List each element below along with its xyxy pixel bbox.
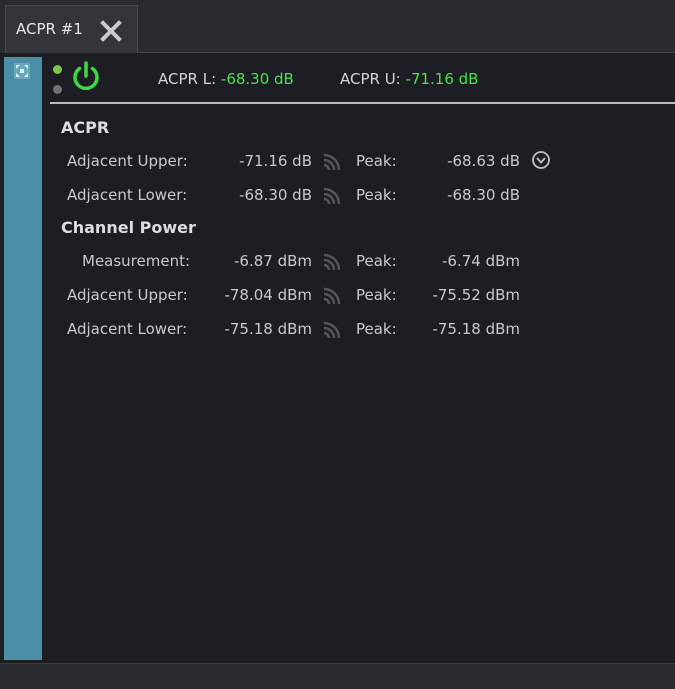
cp-measurement-peak-label: Peak: <box>356 252 397 270</box>
cp-adjacent-lower-label: Adjacent Lower: <box>67 320 188 338</box>
acpr-adjacent-lower-peak-label: Peak: <box>356 186 397 204</box>
acpr-section-title: ACPR <box>61 118 110 137</box>
channel-power-section-title: Channel Power <box>61 218 196 237</box>
acpr-adjacent-lower-peak-value: -68.30 dB <box>447 186 520 204</box>
signal-icon <box>323 321 341 339</box>
acpr-u-value: -71.16 dB <box>405 70 479 88</box>
acpr-l-value: -68.30 dB <box>220 70 294 88</box>
tab-label: ACPR #1 <box>16 20 83 38</box>
acpr-adjacent-upper-label: Adjacent Upper: <box>67 152 188 170</box>
status-dot-inactive <box>53 85 62 94</box>
cp-adjacent-upper-label: Adjacent Upper: <box>67 286 188 304</box>
close-icon[interactable] <box>99 19 123 43</box>
cp-measurement-value: -6.87 dBm <box>233 252 312 270</box>
cp-adjacent-lower-value: -75.18 dBm <box>224 320 312 338</box>
header-divider <box>50 102 675 104</box>
acpr-adjacent-upper-peak-label: Peak: <box>356 152 397 170</box>
acpr-adjacent-upper-peak-value: -68.63 dB <box>447 152 520 170</box>
power-icon[interactable] <box>70 60 102 94</box>
bottom-status-bar <box>0 663 675 689</box>
signal-icon <box>323 187 341 205</box>
chevron-circle-icon[interactable] <box>531 150 551 170</box>
acpr-u-summary: ACPR U: -71.16 dB <box>340 70 478 88</box>
acpr-l-summary: ACPR L: -68.30 dB <box>158 70 294 88</box>
cp-measurement-label: Measurement: <box>82 252 191 270</box>
cp-adjacent-upper-value: -78.04 dBm <box>224 286 312 304</box>
acpr-u-label: ACPR U: <box>340 70 401 88</box>
acpr-adjacent-lower-label: Adjacent Lower: <box>67 186 188 204</box>
acpr-adjacent-lower-value: -68.30 dB <box>239 186 312 204</box>
signal-icon <box>323 287 341 305</box>
cp-adjacent-upper-peak-label: Peak: <box>356 286 397 304</box>
side-panel-strip[interactable] <box>4 57 42 660</box>
tab-acpr-1[interactable]: ACPR #1 <box>5 5 138 53</box>
acpr-adjacent-upper-value: -71.16 dB <box>239 152 312 170</box>
status-dot-active <box>53 65 62 74</box>
cp-adjacent-lower-peak-value: -75.18 dBm <box>432 320 520 338</box>
acpr-l-label: ACPR L: <box>158 70 217 88</box>
cp-adjacent-upper-peak-value: -75.52 dBm <box>432 286 520 304</box>
signal-icon <box>323 153 341 171</box>
cp-adjacent-lower-peak-label: Peak: <box>356 320 397 338</box>
acpr-panel <box>44 53 675 663</box>
tab-bar: ACPR #1 <box>0 0 675 53</box>
expand-window-icon[interactable] <box>13 62 31 80</box>
cp-measurement-peak-value: -6.74 dBm <box>441 252 520 270</box>
signal-icon <box>323 253 341 271</box>
